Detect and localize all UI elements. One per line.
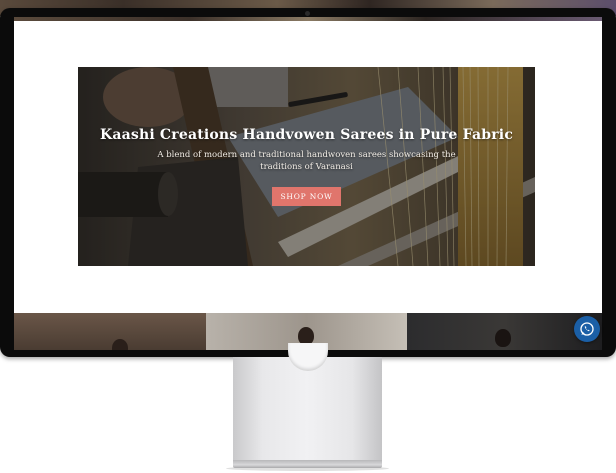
monitor-stand — [233, 357, 382, 463]
collection-image-3[interactable] — [407, 313, 602, 350]
stand-base — [233, 460, 382, 468]
collection-image-1[interactable] — [14, 313, 206, 350]
mockup-stage: Kaashi Creations Handvowen Sarees in Pur… — [0, 0, 616, 473]
model-figure — [495, 329, 511, 347]
hero-title: Kaashi Creations Handvowen Sarees in Pur… — [99, 127, 514, 143]
monitor-frame: Kaashi Creations Handvowen Sarees in Pur… — [0, 8, 616, 357]
hero-banner: Kaashi Creations Handvowen Sarees in Pur… — [78, 67, 535, 266]
hero-subtitle: A blend of modern and traditional handwo… — [157, 150, 456, 172]
model-figure — [112, 339, 128, 350]
website-screen: Kaashi Creations Handvowen Sarees in Pur… — [14, 17, 602, 350]
camera-dot — [305, 11, 310, 16]
whatsapp-chat-button[interactable] — [574, 316, 600, 342]
shop-now-button[interactable]: SHOP NOW — [272, 187, 341, 206]
hero-content: Kaashi Creations Handvowen Sarees in Pur… — [78, 127, 535, 206]
header-image-strip — [14, 17, 602, 21]
whatsapp-icon — [580, 322, 594, 336]
